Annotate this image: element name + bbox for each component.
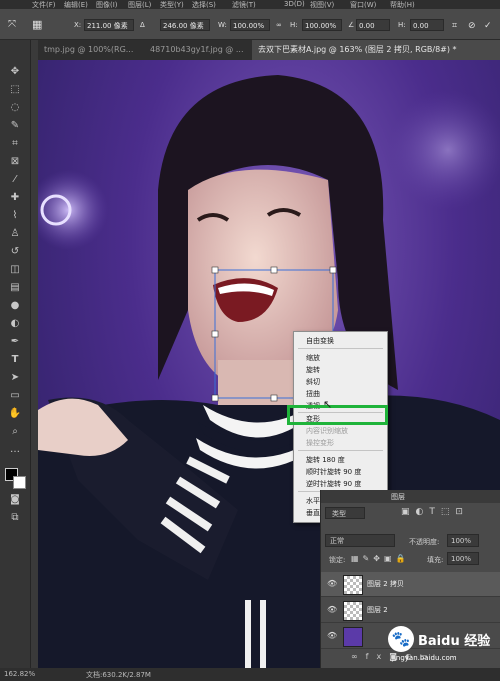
brush-tool-icon[interactable]: ⌇: [7, 208, 23, 224]
delta-icon[interactable]: Δ: [140, 21, 145, 29]
watermark-brand: Baidu 经验: [418, 634, 491, 649]
commit-icon[interactable]: ✓: [484, 21, 492, 31]
healing-tool-icon[interactable]: ✚: [7, 190, 23, 206]
menu-3d[interactable]: 3D(D): [284, 0, 305, 8]
lock-label: 锁定:: [329, 556, 346, 564]
options-bar: ⤧ ▦ X: 211.00 像素 Δ 246.00 像素 W: 100.00% …: [0, 9, 500, 40]
menu-item-content-aware-scale: 内容识别缩放: [306, 427, 348, 435]
cancel-icon[interactable]: ⊘: [468, 21, 476, 31]
visibility-eye-icon[interactable]: 👁: [327, 631, 337, 640]
angle-icon: ∠: [348, 21, 355, 29]
screen-mode-icon[interactable]: ⧉: [7, 510, 23, 526]
layer-name: 图层 2: [367, 606, 388, 614]
tab-tmp[interactable]: tmp.jpg @ 100%(RG...: [38, 40, 148, 60]
menu-bar: 文件(F) 编辑(E) 图像(I) 图层(L) 类型(Y) 选择(S) 滤镜(T…: [0, 0, 500, 9]
layer-thumbnail: [343, 575, 363, 595]
link-icon[interactable]: ∞: [276, 21, 282, 29]
warp-toggle-icon[interactable]: ⌗: [452, 21, 457, 31]
lock-icons[interactable]: ▦✎✥▣🔒: [351, 554, 409, 563]
dodge-tool-icon[interactable]: ◐: [7, 316, 23, 332]
fill-label: 填充:: [427, 556, 444, 564]
layer-filter-select[interactable]: 类型: [325, 507, 365, 519]
type-tool-icon[interactable]: T: [7, 352, 23, 368]
marquee-tool-icon[interactable]: ⬚: [7, 82, 23, 98]
hskew-label: H:: [398, 21, 406, 29]
quick-select-tool-icon[interactable]: ✎: [7, 118, 23, 134]
opacity-label: 不透明度:: [409, 538, 440, 546]
visibility-eye-icon[interactable]: 👁: [327, 605, 337, 614]
layer-filter-icons[interactable]: ▣◐T⬚⊡: [401, 507, 469, 517]
eyedropper-tool-icon[interactable]: ⁄: [7, 172, 23, 188]
quick-mask-icon[interactable]: ◙: [7, 492, 23, 508]
zoom-tool-icon[interactable]: ⌕: [7, 424, 23, 440]
menu-item-distort[interactable]: 扭曲: [306, 389, 320, 399]
tab-48710b43[interactable]: 48710b43gy1f.jpg @ ...: [146, 40, 250, 60]
frame-tool-icon[interactable]: ⊠: [7, 154, 23, 170]
menu-item-rotate-180[interactable]: 旋转 180 度: [306, 455, 345, 465]
path-select-tool-icon[interactable]: ➤: [7, 370, 23, 386]
menu-item-free-transform[interactable]: 自由变换: [306, 336, 334, 346]
baidu-watermark: 🐾 Baidu 经验 jingyan.baidu.com: [388, 626, 496, 666]
layers-panel-title[interactable]: 图层: [391, 492, 405, 502]
layer-thumbnail: [343, 627, 363, 647]
reference-point-icon[interactable]: ▦: [32, 18, 42, 31]
opacity-field[interactable]: 100%: [447, 534, 479, 547]
status-bar: 162.82% 文档:630.2K/2.87M: [0, 668, 500, 681]
blend-mode-select[interactable]: 正常: [325, 534, 395, 547]
w-label: W:: [218, 21, 227, 29]
baidu-paw-icon: 🐾: [388, 626, 414, 652]
x-field[interactable]: 211.00 像素: [84, 19, 134, 31]
visibility-eye-icon[interactable]: 👁: [327, 579, 337, 588]
w-field[interactable]: 100.00%: [230, 19, 270, 31]
hand-tool-icon[interactable]: ✋: [7, 406, 23, 422]
menu-separator: [298, 450, 383, 451]
menu-item-puppet-warp: 操控变形: [306, 439, 334, 447]
menu-item-rotate-90-ccw[interactable]: 逆时针旋转 90 度: [306, 479, 361, 489]
x-label: X:: [74, 21, 82, 29]
gradient-tool-icon[interactable]: ▤: [7, 280, 23, 296]
layer-row[interactable]: 👁 图层 2: [321, 598, 500, 623]
crop-tool-icon[interactable]: ⌗: [7, 136, 23, 152]
mouse-cursor-icon: ↖: [323, 398, 333, 411]
layers-panel-header: 图层: [321, 490, 500, 503]
h-field[interactable]: 100.00%: [302, 19, 342, 31]
hskew-field[interactable]: 0.00: [410, 19, 444, 31]
background-color-swatch[interactable]: [13, 476, 26, 489]
menu-item-rotate-90-cw[interactable]: 顺时针旋转 90 度: [306, 467, 361, 477]
doc-size: 文档:630.2K/2.87M: [86, 671, 151, 679]
menu-item-rotate[interactable]: 旋转: [306, 365, 320, 375]
tool-preset-icon[interactable]: ⤧: [8, 19, 16, 30]
shape-tool-icon[interactable]: ▭: [7, 388, 23, 404]
pen-tool-icon[interactable]: ✒: [7, 334, 23, 350]
warp-highlight-box: [287, 405, 388, 425]
layer-name: 图层 2 拷贝: [367, 580, 404, 588]
blur-tool-icon[interactable]: ●: [7, 298, 23, 314]
lasso-tool-icon[interactable]: ◌: [7, 100, 23, 116]
tab-active-document[interactable]: 去双下巴素材A.jpg @ 163% (图层 2 拷贝, RGB/8#) *: [252, 40, 500, 60]
move-tool-icon[interactable]: ✥: [7, 64, 23, 80]
fill-field[interactable]: 100%: [447, 552, 479, 565]
menu-item-scale[interactable]: 缩放: [306, 353, 320, 363]
eraser-tool-icon[interactable]: ◫: [7, 262, 23, 278]
y-field[interactable]: 246.00 像素: [160, 19, 210, 31]
toolbox: ✥ ⬚ ◌ ✎ ⌗ ⊠ ⁄ ✚ ⌇ ♙ ↺ ◫ ▤ ● ◐ ✒ T ➤ ▭ ✋ …: [0, 40, 31, 668]
menu-item-skew[interactable]: 斜切: [306, 377, 320, 387]
h-label: H:: [290, 21, 298, 29]
angle-field[interactable]: 0.00: [356, 19, 390, 31]
more-tools-icon[interactable]: …: [7, 442, 23, 458]
stamp-tool-icon[interactable]: ♙: [7, 226, 23, 242]
zoom-level[interactable]: 162.82%: [4, 670, 35, 678]
history-brush-tool-icon[interactable]: ↺: [7, 244, 23, 260]
document-tabs: tmp.jpg @ 100%(RG... 48710b43gy1f.jpg @ …: [38, 40, 500, 60]
menu-separator: [298, 348, 383, 349]
layer-row-selected[interactable]: 👁 图层 2 拷贝: [321, 572, 500, 597]
watermark-url: jingyan.baidu.com: [392, 654, 457, 662]
layer-thumbnail: [343, 601, 363, 621]
